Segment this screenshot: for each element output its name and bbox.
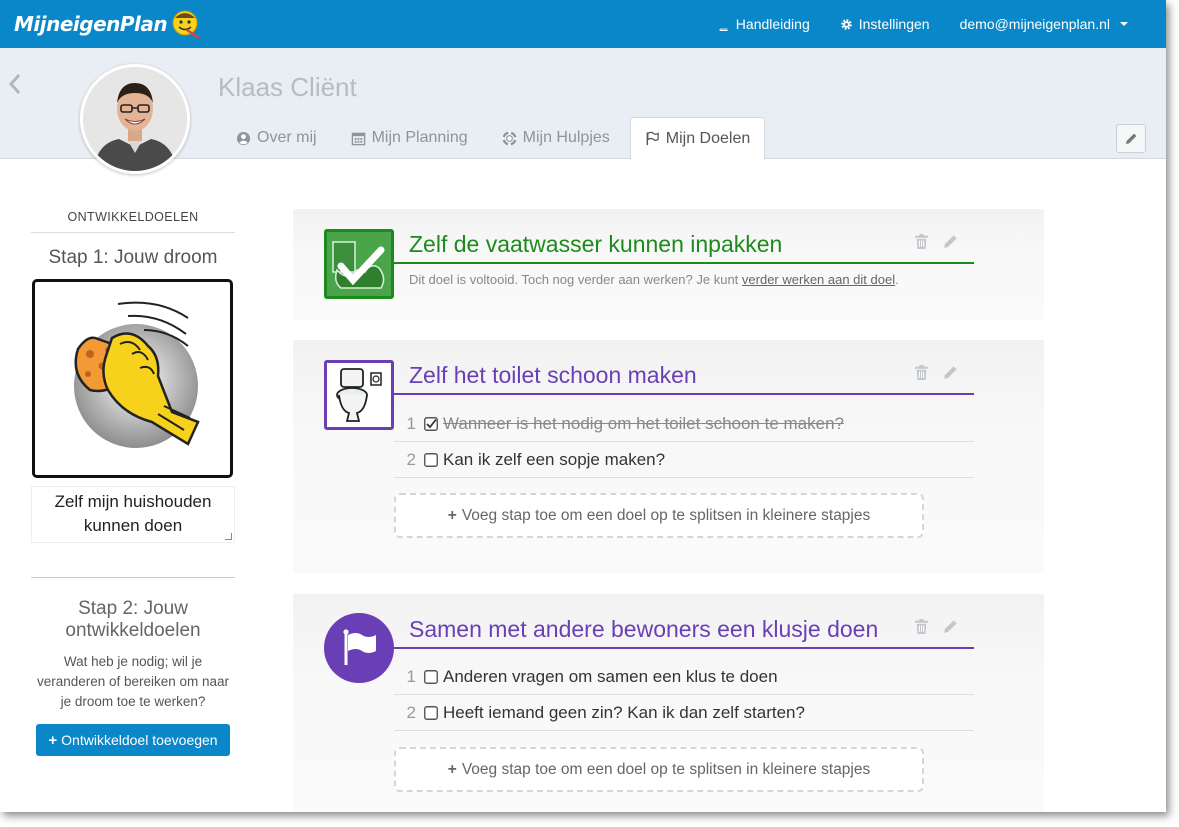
step1-title: Stap 1: Jouw droom [48, 247, 218, 268]
checkbox-icon[interactable] [424, 705, 438, 720]
toilet-icon [336, 368, 382, 422]
goal-title[interactable]: Samen met andere bewoners een klusje doe… [409, 616, 878, 643]
caret-down-icon [1120, 22, 1128, 26]
goal-title[interactable]: Zelf de vaatwasser kunnen inpakken [409, 231, 782, 258]
brand-logo[interactable]: MijneigenPlan [14, 8, 201, 40]
add-goal-button[interactable]: + Ontwikkeldoel toevoegen [36, 724, 230, 756]
add-step-button[interactable]: + Voeg stap toe om een doel op te splits… [394, 493, 924, 538]
tab-over-mij[interactable]: Over mij [222, 117, 331, 159]
client-name: Klaas Cliënt [218, 72, 357, 102]
tab-label: Mijn Hulpjes [522, 129, 610, 146]
pencil-icon[interactable] [942, 364, 959, 381]
list-item: 2 Kan ik zelf een sopje maken? [394, 442, 974, 478]
tab-label: Over mij [257, 129, 317, 146]
settings-link[interactable]: Instellingen [840, 16, 930, 32]
plus-icon: + [447, 506, 457, 524]
step-list: 1 Anderen vragen om samen een klus te do… [394, 659, 974, 731]
tab-label: Mijn Planning [371, 129, 468, 146]
add-step-label: Voeg stap toe om een doel op te splitsen… [461, 506, 871, 524]
goal-title-row: Zelf de vaatwasser kunnen inpakken [394, 227, 974, 264]
gear-icon [840, 18, 852, 30]
step2-description: Wat heb je nodig; wil je veranderen of b… [36, 654, 230, 709]
pencil-icon[interactable] [942, 233, 959, 250]
smiley-logo-icon [172, 10, 200, 40]
list-item: 1 Anderen vragen om samen een klus te do… [394, 659, 974, 695]
user-menu[interactable]: demo@mijneigenplan.nl [960, 16, 1128, 32]
plus-icon: + [48, 731, 58, 749]
add-goal-label: Ontwikkeldoel toevoegen [61, 732, 218, 748]
dream-textarea[interactable]: Zelf mijn huishouden kunnen doen [31, 486, 235, 543]
lifebuoy-icon [501, 130, 517, 146]
calendar-icon [351, 132, 365, 145]
person-photo [83, 67, 187, 171]
manual-link[interactable]: Handleiding [717, 16, 810, 32]
goal-title-row: Samen met andere bewoners een klusje doe… [394, 612, 974, 649]
goal-card: Zelf de vaatwasser kunnen inpakken Dit d… [293, 209, 1044, 320]
step-text[interactable]: Kan ik zelf een sopje maken? [443, 450, 665, 470]
cleaning-glove-icon [73, 301, 200, 448]
add-step-label: Voeg stap toe om een doel op te splitsen… [461, 760, 871, 778]
step2-title: Stap 2: Jouw ontwikkeldoelen [65, 598, 201, 641]
dream-picture[interactable] [32, 279, 233, 478]
sidebar-divider [31, 577, 235, 578]
step-number: 1 [406, 666, 416, 686]
note-suffix: . [895, 272, 899, 287]
trash-icon[interactable] [913, 618, 930, 635]
avatar [80, 64, 190, 174]
continue-goal-link[interactable]: verder werken aan dit doel [742, 272, 895, 287]
brand-name: MijneigenPlan [14, 12, 168, 36]
resize-handle-icon[interactable] [225, 533, 232, 540]
flag-icon [343, 629, 376, 665]
list-item: 1 Wanneer is het nodig om het toilet sch… [394, 406, 974, 442]
trash-icon[interactable] [913, 233, 930, 250]
step-number: 1 [406, 413, 416, 433]
step-text[interactable]: Wanneer is het nodig om het toilet schoo… [443, 414, 844, 434]
note-text: Dit doel is voltooid. Toch nog verder aa… [409, 272, 742, 287]
checkbox-icon[interactable] [424, 452, 438, 467]
goal-card: Zelf het toilet schoon maken 1 Wanneer i… [293, 340, 1044, 573]
goal-picture [324, 360, 394, 430]
tab-mijn-doelen[interactable]: Mijn Doelen [629, 117, 766, 160]
goal-title[interactable]: Zelf het toilet schoon maken [409, 362, 697, 389]
dishwasher-check-icon [327, 232, 391, 296]
goal-actions [913, 233, 959, 250]
step-number: 2 [406, 702, 416, 722]
step-text[interactable]: Anderen vragen om samen een klus te doen [443, 667, 778, 687]
settings-label: Instellingen [858, 16, 930, 32]
goal-title-row: Zelf het toilet schoon maken [394, 358, 974, 395]
goal-picture [324, 613, 394, 683]
dream-text: Zelf mijn huishouden kunnen doen [54, 492, 212, 535]
checkbox-checked-icon[interactable] [424, 416, 438, 431]
goal-picture [324, 229, 394, 299]
goal-completed-note: Dit doel is voltooid. Toch nog verder aa… [409, 272, 899, 287]
trash-icon[interactable] [913, 364, 930, 381]
step-list: 1 Wanneer is het nodig om het toilet sch… [394, 406, 974, 478]
top-navbar: MijneigenPlan Handleiding Instellingen d… [0, 0, 1166, 48]
goal-actions [913, 618, 959, 635]
tab-mijn-planning[interactable]: Mijn Planning [337, 117, 482, 159]
profile-tabs: Over mij Mijn Planning Mijn Hulpjes Mijn… [222, 117, 771, 160]
chevron-left-icon[interactable] [8, 72, 22, 96]
goal-actions [913, 364, 959, 381]
manual-label: Handleiding [735, 16, 810, 32]
list-item: 2 Heeft iemand geen zin? Kan ik dan zelf… [394, 695, 974, 731]
edit-profile-button[interactable] [1116, 124, 1146, 153]
tab-label: Mijn Doelen [665, 129, 751, 147]
user-email: demo@mijneigenplan.nl [959, 16, 1110, 32]
book-icon [719, 18, 728, 31]
pencil-icon [1126, 133, 1137, 144]
tab-mijn-hulpjes[interactable]: Mijn Hulpjes [488, 117, 624, 159]
sidebar-heading: ONTWIKKELDOELEN [31, 200, 235, 233]
flag-icon [646, 131, 659, 146]
step-text[interactable]: Heeft iemand geen zin? Kan ik dan zelf s… [443, 703, 805, 723]
step-number: 2 [406, 449, 416, 469]
sidebar: ONTWIKKELDOELEN Stap 1: Jouw droom Zelf … [31, 200, 235, 756]
plus-icon: + [447, 760, 457, 778]
add-step-button[interactable]: + Voeg stap toe om een doel op te splits… [394, 747, 924, 792]
app-window: MijneigenPlan Handleiding Instellingen d… [0, 0, 1166, 812]
pencil-icon[interactable] [942, 618, 959, 635]
checkbox-icon[interactable] [424, 669, 438, 684]
user-circle-icon [236, 131, 251, 145]
goal-card: Samen met andere bewoners een klusje doe… [293, 594, 1044, 812]
